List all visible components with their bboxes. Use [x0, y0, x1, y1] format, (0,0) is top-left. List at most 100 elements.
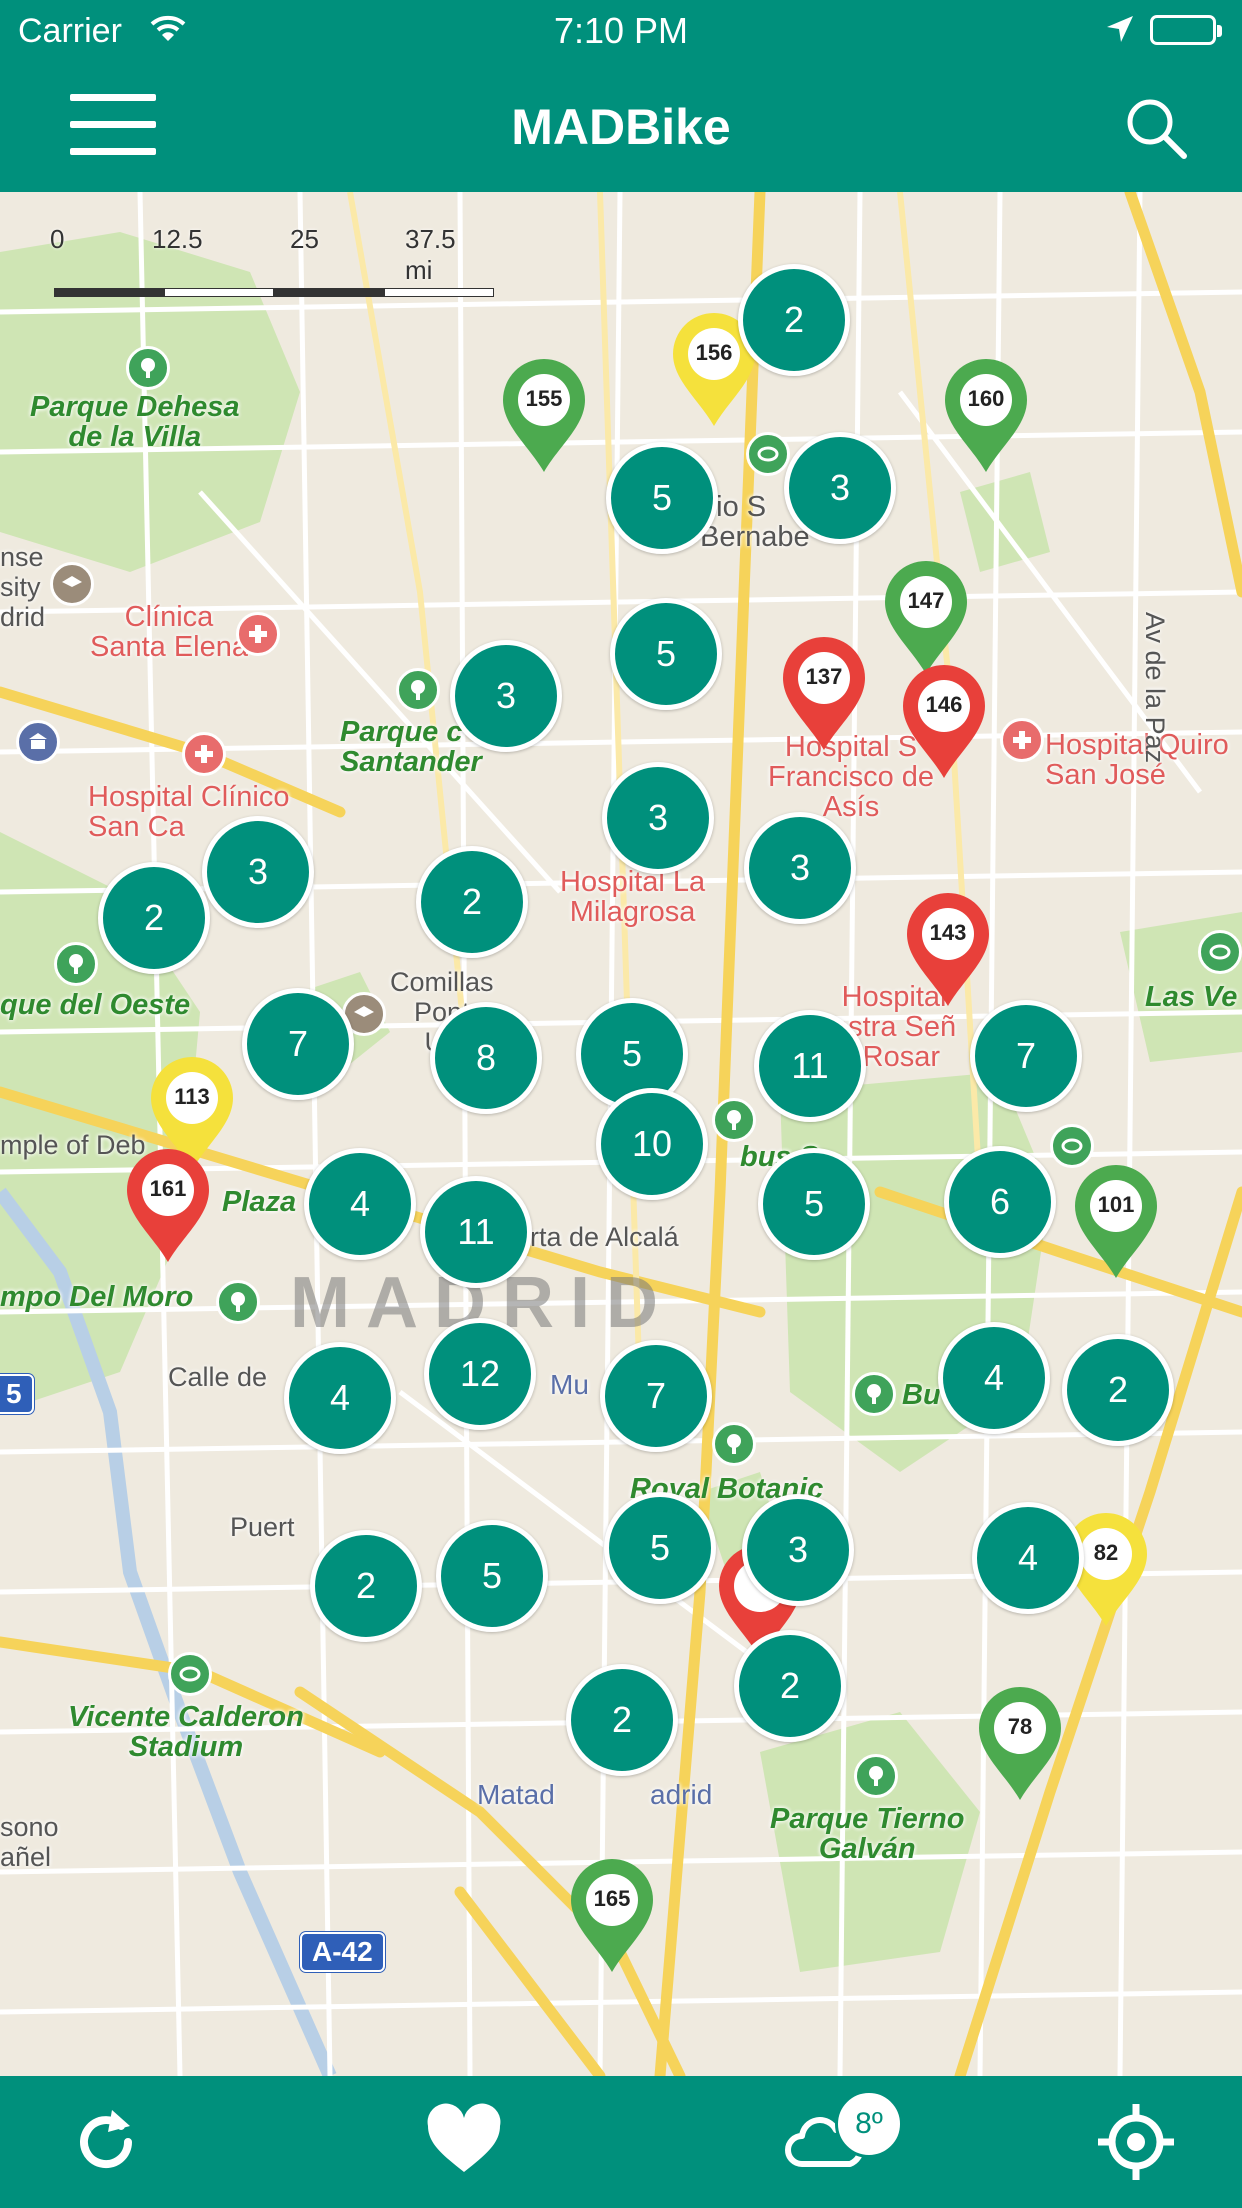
station-cluster[interactable]: 4 [938, 1322, 1050, 1434]
station-cluster[interactable]: 12 [424, 1318, 536, 1430]
map-view[interactable]: 0 12.5 25 37.5 mi MADRID Parque Dehesa d… [0, 192, 1242, 2076]
label-las-ventas: Las Ve [1145, 981, 1238, 1013]
station-cluster[interactable]: 5 [758, 1148, 870, 1260]
station-pin[interactable]: 78 [975, 1684, 1065, 1802]
label-calle: Calle de [168, 1362, 268, 1392]
station-cluster[interactable]: 3 [784, 432, 896, 544]
pin-bike-count: 101 [1097, 1192, 1135, 1217]
label-matadero-suffix: adrid [650, 1779, 713, 1810]
label-av-de-la-paz: Av de la Paz [1140, 612, 1170, 764]
station-cluster[interactable]: 3 [742, 1494, 854, 1606]
pin-bike-count: 147 [907, 588, 945, 613]
road-shield-a42: A-42 [300, 1932, 385, 1972]
station-cluster[interactable]: 4 [304, 1148, 416, 1260]
station-cluster[interactable]: 5 [436, 1520, 548, 1632]
station-cluster[interactable]: 3 [602, 762, 714, 874]
label-buen-retiro: Bu [902, 1379, 941, 1411]
station-pin[interactable]: 161 [123, 1146, 213, 1264]
pin-bike-count: 165 [593, 1886, 631, 1911]
station-pin[interactable]: 147 [881, 558, 971, 676]
pin-bike-count: 137 [805, 664, 843, 689]
station-cluster[interactable]: 2 [566, 1664, 678, 1776]
label-plaza: Plaza [222, 1186, 297, 1218]
station-cluster[interactable]: 7 [970, 1000, 1082, 1112]
station-pin[interactable]: 137 [779, 634, 869, 752]
station-pin[interactable]: 165 [567, 1856, 657, 1974]
park-tree-icon [712, 1098, 756, 1142]
station-cluster[interactable]: 2 [1062, 1334, 1174, 1446]
hospital-cross-icon [182, 732, 226, 776]
scale-bar [54, 288, 496, 297]
station-cluster[interactable]: 3 [744, 812, 856, 924]
location-arrow-icon [1105, 14, 1135, 53]
label-hospital-quiron: Hospital Quiro San José [1045, 729, 1229, 791]
park-tree-icon [54, 942, 98, 986]
bottom-tab-bar [0, 2076, 1242, 2208]
station-cluster[interactable]: 6 [944, 1146, 1056, 1258]
locate-me-icon[interactable] [1076, 2076, 1196, 2208]
scale-label-0: 0 [50, 224, 65, 254]
park-tree-icon [396, 668, 440, 712]
station-cluster[interactable]: 4 [972, 1502, 1084, 1614]
search-icon[interactable] [1120, 92, 1192, 164]
landmark-icon [16, 720, 60, 764]
pin-bike-count: 78 [1007, 1714, 1033, 1739]
status-bar: Carrier 7:10 PM [0, 0, 1242, 62]
station-cluster[interactable]: 5 [604, 1492, 716, 1604]
label-clinica-santa-elena: Clínica Santa Elena [90, 601, 249, 663]
label-sono: sono añel [0, 1812, 59, 1872]
scale-label-3: 37.5 mi [405, 224, 456, 285]
label-parque-dehesa: Parque Dehesa de la Villa [30, 391, 240, 453]
station-cluster[interactable]: 3 [450, 640, 562, 752]
pin-bike-count: 155 [525, 386, 563, 411]
hospital-cross-icon [1000, 718, 1044, 762]
label-parque-tierno-galvan: Parque Tierno Galván [770, 1803, 965, 1865]
label-hospital-milagrosa: Hospital La Milagrosa [560, 866, 706, 928]
station-cluster[interactable]: 2 [734, 1630, 846, 1742]
pin-bike-count: 113 [174, 1084, 210, 1109]
station-cluster[interactable]: 10 [596, 1088, 708, 1200]
label-university: nse sity drid [0, 542, 46, 632]
label-vicente-calderon: Vicente Calderon Stadium [68, 1701, 304, 1763]
station-cluster[interactable]: 3 [202, 816, 314, 928]
pin-bike-count: 161 [149, 1176, 187, 1201]
stadium-icon [746, 432, 790, 476]
station-pin[interactable]: 146 [899, 662, 989, 780]
refresh-icon[interactable] [46, 2076, 166, 2208]
station-cluster[interactable]: 8 [430, 1002, 542, 1114]
park-tree-icon [712, 1422, 756, 1466]
station-cluster[interactable]: 11 [754, 1010, 866, 1122]
station-cluster[interactable]: 2 [310, 1530, 422, 1642]
station-cluster[interactable]: 7 [242, 988, 354, 1100]
label-museo: Mu [550, 1369, 589, 1400]
heart-icon[interactable] [404, 2076, 524, 2208]
label-campo-moro: mpo Del Moro [0, 1281, 194, 1313]
scale-label-1: 12.5 [152, 224, 203, 254]
station-cluster[interactable]: 7 [600, 1340, 712, 1452]
station-cluster[interactable]: 2 [416, 846, 528, 958]
station-cluster[interactable]: 4 [284, 1342, 396, 1454]
stadium-icon [1198, 930, 1242, 974]
status-time: 7:10 PM [553, 10, 689, 51]
app-title: MADBike [511, 99, 731, 155]
pin-bike-count: 146 [925, 692, 963, 717]
label-matadero: Matad [477, 1779, 555, 1810]
station-cluster[interactable]: 11 [420, 1176, 532, 1288]
station-cluster[interactable]: 2 [98, 862, 210, 974]
park-tree-icon [854, 1754, 898, 1798]
battery-icon [1150, 15, 1222, 45]
label-puerta: Puert [230, 1512, 295, 1542]
park-tree-icon [852, 1372, 896, 1416]
station-pin[interactable]: 101 [1071, 1162, 1161, 1280]
station-pin[interactable]: 143 [903, 890, 993, 1008]
app-header: MADBike [0, 62, 1242, 192]
pin-bike-count: 143 [929, 920, 967, 945]
station-cluster[interactable]: 5 [606, 442, 718, 554]
hospital-cross-icon [236, 612, 280, 656]
station-pin[interactable]: 155 [499, 356, 589, 474]
station-cluster[interactable]: 2 [738, 264, 850, 376]
station-pin[interactable]: 160 [941, 356, 1031, 474]
road-shield-m30: 5 [0, 1374, 34, 1414]
station-cluster[interactable]: 5 [610, 598, 722, 710]
park-tree-icon [216, 1280, 260, 1324]
